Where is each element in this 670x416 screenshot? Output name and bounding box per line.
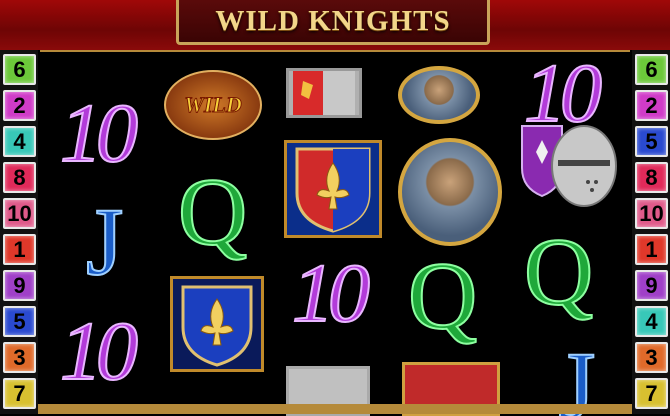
right-payline-marker-3[interactable]: 3 [635, 342, 668, 373]
right-payline-marker-9[interactable]: 9 [635, 270, 668, 301]
fleur-de-lis-icon [181, 285, 253, 367]
queen-symbol: Q [177, 158, 248, 265]
left-payline-marker-10[interactable]: 10 [3, 198, 36, 229]
lion-shield-icon [293, 71, 355, 115]
queen-symbol: Q [407, 242, 478, 349]
right-payline-marker-6[interactable]: 6 [635, 54, 668, 85]
shield-symbol-partial [286, 68, 362, 118]
right-payline-marker-7[interactable]: 7 [635, 378, 668, 409]
king-portrait-symbol [398, 138, 502, 246]
left-payline-marker-3[interactable]: 3 [3, 342, 36, 373]
helmet-shield-symbol [518, 112, 622, 216]
right-payline-marker-2[interactable]: 2 [635, 90, 668, 121]
left-payline-marker-7[interactable]: 7 [3, 378, 36, 409]
left-payline-marker-2[interactable]: 2 [3, 90, 36, 121]
right-payline-rail: 6 2 5 8 10 1 9 4 3 7 [632, 50, 670, 414]
queen-symbol: Q [523, 218, 594, 325]
bottom-trim [38, 404, 632, 414]
right-payline-marker-8[interactable]: 8 [635, 162, 668, 193]
right-payline-marker-1[interactable]: 1 [635, 234, 668, 265]
left-payline-marker-8[interactable]: 8 [3, 162, 36, 193]
right-payline-marker-5[interactable]: 5 [635, 126, 668, 157]
reel-area: 10 J 10 WILD Q 10 Q 10 Q J [40, 50, 630, 416]
helmet-icon [521, 125, 617, 207]
ten-symbol: 10 [59, 305, 139, 398]
wild-coin-symbol: WILD [164, 70, 262, 140]
right-payline-marker-4[interactable]: 4 [635, 306, 668, 337]
left-payline-marker-1[interactable]: 1 [3, 234, 36, 265]
left-payline-marker-4[interactable]: 4 [3, 126, 36, 157]
left-payline-rail: 6 2 4 8 10 1 9 5 3 7 [0, 50, 38, 414]
knight-portrait-symbol-partial [398, 66, 480, 124]
fleur-de-lis-shield-symbol [170, 276, 264, 372]
ten-symbol: 10 [59, 87, 139, 180]
left-payline-marker-9[interactable]: 9 [3, 270, 36, 301]
left-payline-marker-6[interactable]: 6 [3, 54, 36, 85]
ten-symbol: 10 [291, 247, 371, 340]
fleur-de-lis-shield-symbol [284, 140, 382, 238]
right-payline-marker-10[interactable]: 10 [635, 198, 668, 229]
game-title-plate: WILD KNIGHTS [176, 0, 490, 45]
fleur-de-lis-icon [295, 147, 371, 233]
wild-label: WILD [184, 92, 242, 118]
game-title: WILD KNIGHTS [215, 4, 451, 37]
left-payline-marker-5[interactable]: 5 [3, 306, 36, 337]
jack-symbol: J [85, 188, 124, 295]
